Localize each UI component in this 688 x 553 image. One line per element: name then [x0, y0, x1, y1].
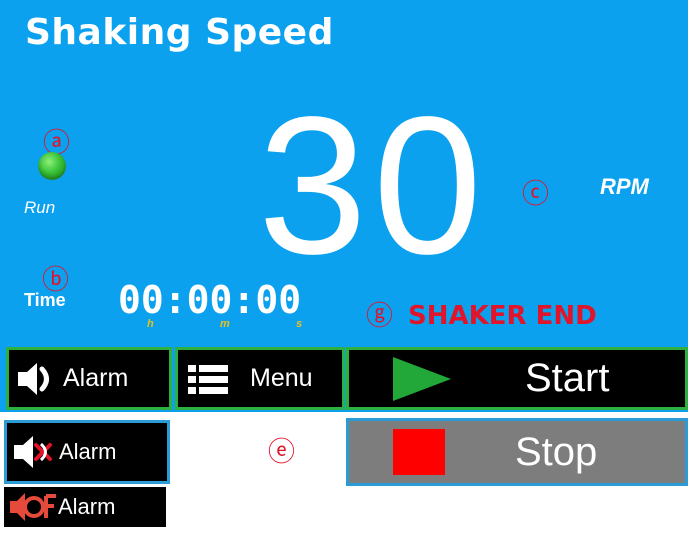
timer-seconds: 00 — [255, 278, 302, 322]
marker-c: ⓒ — [522, 179, 549, 210]
menu-button-label: Menu — [250, 364, 313, 392]
menu-button[interactable]: Menu — [175, 347, 345, 410]
alarm-muted-button-label: Alarm — [59, 439, 117, 464]
speed-panel: Shaking Speed ⓐ Run 30 ⓒ RPM ⓑ Time 00:0… — [0, 0, 688, 412]
play-triangle-icon — [391, 355, 453, 403]
time-label: Time — [24, 290, 66, 310]
stop-button-label: Stop — [515, 429, 598, 474]
timer-unit-minutes: m — [220, 318, 230, 330]
speed-value: 30 — [258, 76, 489, 295]
run-indicator-led — [38, 152, 66, 180]
timer-unit-seconds: s — [296, 318, 303, 330]
speaker-muted-icon — [11, 432, 57, 472]
alarm-muted-button[interactable]: Alarm — [4, 420, 170, 484]
alarm-off-button[interactable]: Alarm — [4, 487, 166, 527]
shaker-status-text: SHAKER END — [408, 301, 597, 331]
speed-unit: RPM — [600, 174, 649, 199]
alarm-off-icon — [8, 488, 58, 526]
stop-button[interactable]: Stop — [346, 418, 688, 486]
start-button-label: Start — [525, 356, 610, 400]
timer-hours: 00 — [118, 278, 164, 322]
timer-separator: : — [163, 278, 187, 322]
speaker-icon — [15, 359, 59, 399]
timer-unit-hours: h — [147, 318, 154, 330]
alarm-button-label: Alarm — [63, 364, 129, 392]
list-menu-icon — [186, 361, 230, 397]
timer-separator: : — [232, 278, 256, 322]
marker-e: ⓔ — [268, 437, 295, 468]
alarm-off-button-label: Alarm — [58, 494, 116, 519]
elapsed-timer: 00:00:00 — [118, 278, 301, 322]
marker-g: ⓖ — [366, 301, 393, 332]
alarm-button[interactable]: Alarm — [6, 347, 172, 410]
run-label: Run — [24, 198, 56, 217]
start-button[interactable]: Start — [346, 347, 688, 410]
page-title: Shaking Speed — [25, 12, 334, 53]
timer-minutes: 00 — [186, 278, 233, 322]
stop-square-icon — [393, 429, 445, 475]
